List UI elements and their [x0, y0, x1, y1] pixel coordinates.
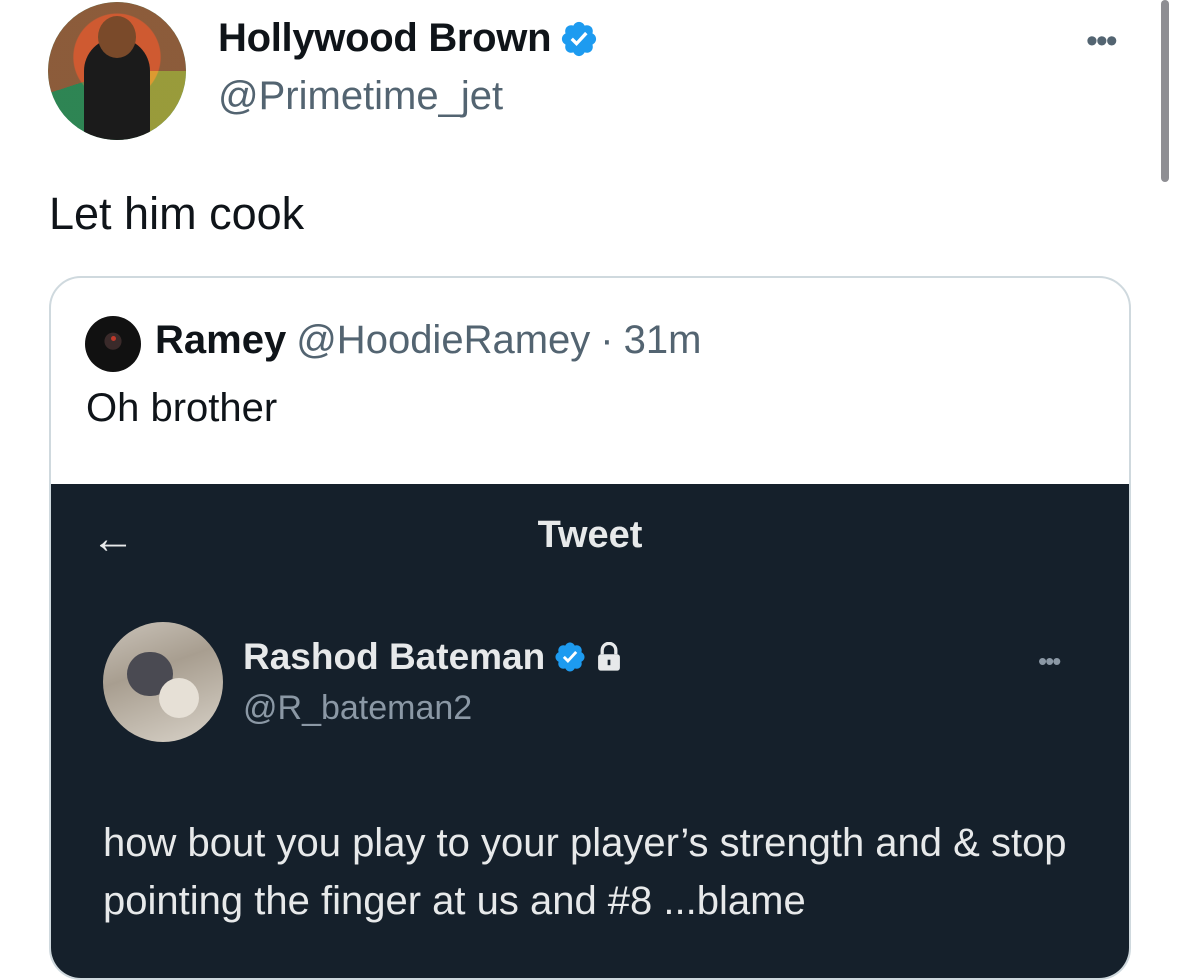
screenshot-tweet-text: how bout you play to your player’s stren… — [103, 821, 1067, 923]
scrollbar[interactable] — [1161, 0, 1169, 182]
verified-badge-icon — [562, 21, 597, 56]
screenshot-author-avatar — [103, 622, 223, 742]
screenshot-title: Tweet — [537, 514, 643, 556]
screenshot-author-handle: @R_bateman2 — [243, 689, 473, 727]
lock-icon — [598, 642, 621, 671]
avatar-figure-secondary — [159, 678, 199, 718]
separator-dot: · — [600, 318, 614, 362]
embedded-screenshot-image[interactable]: ← Tweet Rashod Bateman @R_bateman2 ••• h… — [51, 484, 1129, 978]
more-dots-icon[interactable]: ••• — [1086, 22, 1118, 61]
author-handle[interactable]: @Primetime_jet — [218, 74, 503, 119]
screenshot-author-name-row: Rashod Bateman — [243, 636, 623, 678]
screenshot-author-name: Rashod Bateman — [243, 636, 546, 677]
quoted-tweet-time[interactable]: 31m — [624, 318, 702, 363]
screenshot-more-dots-icon: ••• — [1038, 646, 1061, 676]
verified-badge-icon — [555, 642, 585, 672]
tweet-text: Let him cook — [49, 188, 305, 239]
avatar-head — [98, 16, 136, 58]
quoted-author-handle[interactable]: @HoodieRamey — [296, 318, 590, 363]
quoted-tweet-card[interactable]: Ramey @HoodieRamey · 31m Oh brother ← Tw… — [49, 276, 1131, 980]
author-name-row[interactable]: Hollywood Brown — [218, 16, 599, 61]
quoted-tweet-header: Ramey @HoodieRamey · 31m — [155, 318, 701, 363]
quoted-author-avatar[interactable] — [85, 316, 141, 372]
author-name[interactable]: Hollywood Brown — [218, 16, 552, 61]
quoted-author-name[interactable]: Ramey — [155, 318, 286, 363]
author-avatar[interactable] — [48, 2, 186, 140]
quoted-tweet-text: Oh brother — [86, 386, 278, 430]
